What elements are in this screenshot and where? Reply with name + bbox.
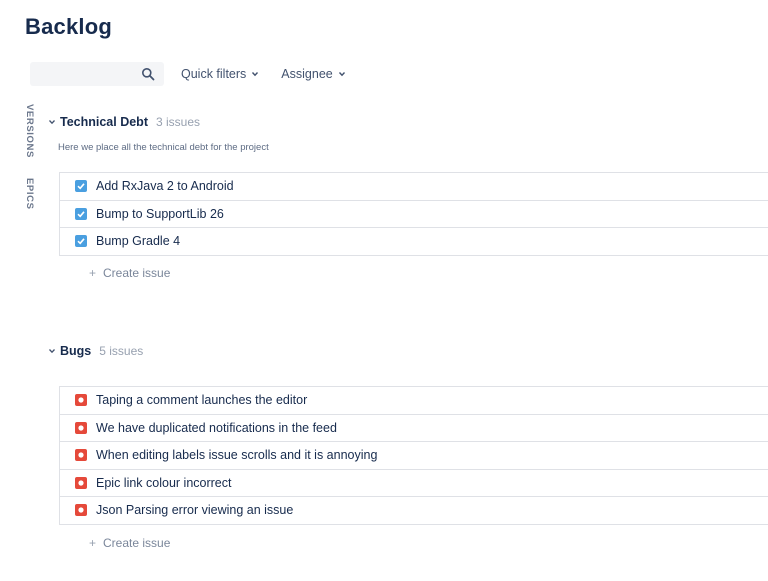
page-title: Backlog: [25, 14, 112, 39]
issue-summary: We have duplicated notifications in the …: [96, 420, 337, 435]
section-name[interactable]: Technical Debt: [60, 115, 148, 129]
toolbar: Quick filters Assignee: [30, 61, 346, 87]
bug-icon: [75, 476, 87, 489]
search-input[interactable]: [30, 62, 142, 86]
issue-row[interactable]: Taping a comment launches the editor: [60, 387, 768, 415]
bug-icon: [75, 421, 87, 434]
issue-count: 3 issues: [155, 115, 201, 129]
bug-icon: [75, 504, 87, 517]
assignee-dropdown[interactable]: Assignee: [281, 67, 345, 81]
issue-list-bugs: Taping a comment launches the editor We …: [59, 386, 768, 525]
checkbox-task-icon: [75, 235, 87, 248]
section-name[interactable]: Bugs: [60, 344, 91, 358]
issue-row[interactable]: Bump Gradle 4: [60, 228, 768, 256]
versions-tab[interactable]: VERSIONS: [24, 104, 35, 158]
issue-summary: When editing labels issue scrolls and it…: [96, 448, 378, 463]
epics-tab[interactable]: EPICS: [24, 178, 35, 210]
checkbox-task-icon: [75, 180, 87, 193]
backlog-page: Backlog Quick filters Assignee VERSIONS …: [0, 0, 768, 581]
checkbox-task-icon: [75, 207, 87, 220]
issue-summary: Taping a comment launches the editor: [96, 393, 308, 408]
create-issue-button[interactable]: + Create issue: [89, 266, 170, 280]
issue-row[interactable]: Json Parsing error viewing an issue: [60, 497, 768, 525]
create-issue-button[interactable]: + Create issue: [89, 536, 170, 550]
section-description: Here we place all the technical debt for…: [58, 142, 269, 153]
plus-icon: +: [89, 266, 97, 280]
issue-summary: Bump Gradle 4: [96, 234, 181, 249]
search-box[interactable]: [30, 62, 164, 86]
plus-icon: +: [89, 536, 97, 550]
issue-row[interactable]: We have duplicated notifications in the …: [60, 415, 768, 442]
issue-summary: Epic link colour incorrect: [96, 475, 232, 490]
issue-row[interactable]: Add RxJava 2 to Android: [60, 173, 768, 201]
chevron-down-icon: [338, 72, 345, 77]
issue-row[interactable]: When editing labels issue scrolls and it…: [60, 442, 768, 470]
issue-summary: Json Parsing error viewing an issue: [96, 503, 294, 518]
create-issue-label: Create issue: [103, 266, 171, 280]
chevron-down-icon[interactable]: [48, 118, 56, 126]
issue-count: 5 issues: [99, 344, 144, 358]
issue-summary: Bump to SupportLib 26: [96, 206, 224, 221]
chevron-down-icon: [252, 72, 259, 77]
quick-filters-label: Quick filters: [181, 67, 247, 81]
quick-filters-dropdown[interactable]: Quick filters: [181, 67, 259, 81]
section-header-technical-debt: Technical Debt 3 issues: [48, 115, 200, 129]
issue-list-technical-debt: Add RxJava 2 to Android Bump to SupportL…: [59, 172, 768, 256]
chevron-down-icon[interactable]: [48, 347, 56, 355]
create-issue-label: Create issue: [103, 536, 171, 550]
bug-icon: [75, 449, 87, 462]
issue-summary: Add RxJava 2 to Android: [96, 179, 234, 194]
section-header-bugs: Bugs 5 issues: [48, 344, 143, 358]
assignee-label: Assignee: [281, 67, 333, 81]
issue-row[interactable]: Bump to SupportLib 26: [60, 201, 768, 228]
bug-icon: [75, 394, 87, 407]
search-icon[interactable]: [141, 67, 155, 81]
issue-row[interactable]: Epic link colour incorrect: [60, 470, 768, 497]
